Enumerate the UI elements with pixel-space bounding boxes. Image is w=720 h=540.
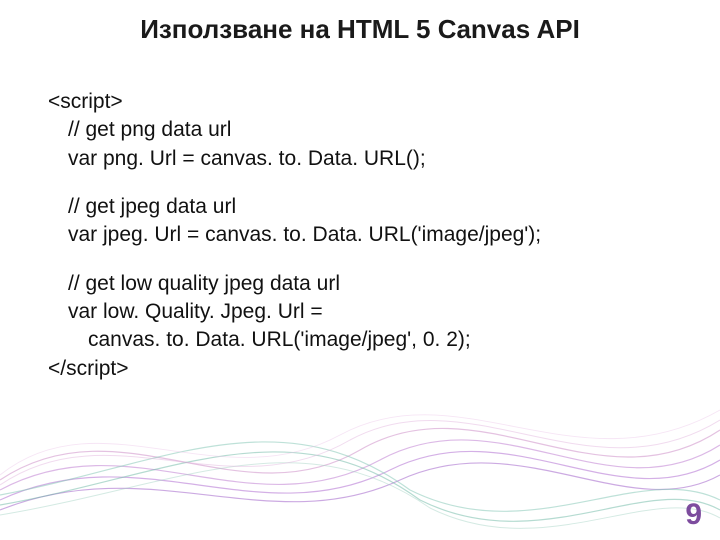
code-line: // get png data url bbox=[48, 116, 672, 144]
spacer bbox=[48, 250, 672, 270]
code-line: // get jpeg data url bbox=[48, 193, 672, 221]
code-line: <script> bbox=[48, 88, 672, 116]
code-line: var png. Url = canvas. to. Data. URL(); bbox=[48, 145, 672, 173]
slide: Използване на HTML 5 Canvas API <script>… bbox=[0, 0, 720, 540]
code-line: canvas. to. Data. URL('image/jpeg', 0. 2… bbox=[48, 326, 672, 354]
page-number: 9 bbox=[685, 498, 702, 532]
spacer bbox=[48, 173, 672, 193]
code-line: var jpeg. Url = canvas. to. Data. URL('i… bbox=[48, 221, 672, 249]
code-line: var low. Quality. Jpeg. Url = bbox=[48, 298, 672, 326]
code-line: // get low quality jpeg data url bbox=[48, 270, 672, 298]
slide-title: Използване на HTML 5 Canvas API bbox=[0, 14, 720, 45]
code-line: </script> bbox=[48, 355, 672, 383]
code-block: <script> // get png data url var png. Ur… bbox=[48, 88, 672, 383]
